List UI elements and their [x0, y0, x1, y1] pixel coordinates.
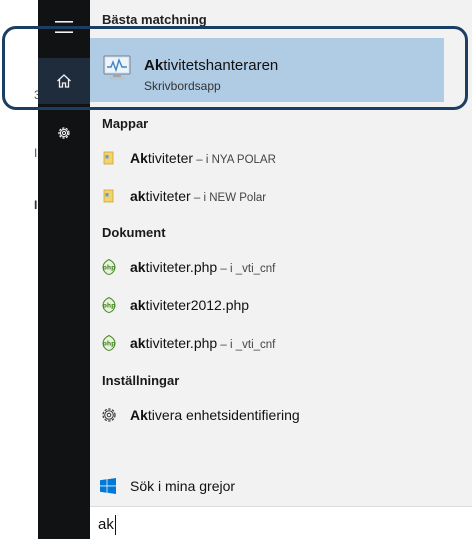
php-file-icon: php	[102, 334, 117, 352]
background-page: 3 I I	[0, 0, 41, 539]
document-result-label: aktiviteter.php – i _vti_cnf	[130, 259, 276, 275]
search-results-panel: Bästa matchning Aktivitetshanteraren Skr…	[90, 0, 472, 539]
folder-result[interactable]: aktiviteter – i NEW Polar	[90, 177, 444, 215]
home-icon	[57, 74, 71, 88]
document-result[interactable]: php aktiviteter.php – i _vti_cnf	[90, 324, 444, 362]
start-nav-rail	[38, 0, 90, 539]
svg-text:php: php	[103, 341, 117, 348]
task-manager-icon	[103, 55, 131, 80]
document-result-label: aktiviteter.php – i _vti_cnf	[130, 335, 276, 351]
best-match-subtitle: Skrivbordsapp	[144, 79, 221, 93]
svg-text:php: php	[103, 265, 117, 272]
group-header-folders: Mappar	[102, 116, 149, 131]
page-text-fragment: I	[34, 198, 38, 212]
folder-result-label: Aktiviteter – i NYA POLAR	[130, 150, 276, 166]
folder-icon	[103, 189, 114, 203]
folder-icon	[103, 151, 114, 165]
folder-result[interactable]: Aktiviteter – i NYA POLAR	[90, 139, 444, 177]
document-result[interactable]: php aktiviteter.php – i _vti_cnf	[90, 248, 444, 286]
search-box[interactable]	[90, 506, 472, 539]
settings-result[interactable]: Aktivera enhetsidentifiering	[90, 396, 444, 434]
windows-logo-icon	[100, 478, 116, 494]
page-text-fragment: I	[34, 146, 38, 160]
best-match-result[interactable]: Aktivitetshanteraren Skrivbordsapp	[90, 38, 444, 102]
group-header-settings: Inställningar	[102, 373, 180, 388]
gear-icon	[102, 408, 116, 422]
search-my-stuff-button[interactable]: Sök i mina grejor	[90, 466, 472, 506]
document-result-label: aktiviteter2012.php	[130, 297, 250, 313]
group-header-best-match: Bästa matchning	[102, 12, 207, 27]
svg-text:php: php	[103, 303, 117, 310]
search-input[interactable]	[98, 513, 458, 535]
php-file-icon: php	[102, 296, 117, 314]
document-result[interactable]: php aktiviteter2012.php	[90, 286, 444, 324]
hamburger-icon	[55, 21, 73, 33]
folder-result-label: aktiviteter – i NEW Polar	[130, 188, 267, 204]
group-header-documents: Dokument	[102, 225, 166, 240]
search-my-stuff-label: Sök i mina grejor	[130, 478, 236, 494]
php-file-icon: php	[102, 258, 117, 276]
best-match-title: Aktivitetshanteraren	[144, 57, 279, 74]
hamburger-menu-button[interactable]	[38, 12, 90, 42]
text-caret	[115, 515, 116, 535]
settings-button[interactable]	[38, 110, 90, 156]
settings-result-label: Aktivera enhetsidentifiering	[130, 407, 300, 423]
gear-icon	[58, 127, 70, 139]
home-button[interactable]	[38, 58, 90, 104]
